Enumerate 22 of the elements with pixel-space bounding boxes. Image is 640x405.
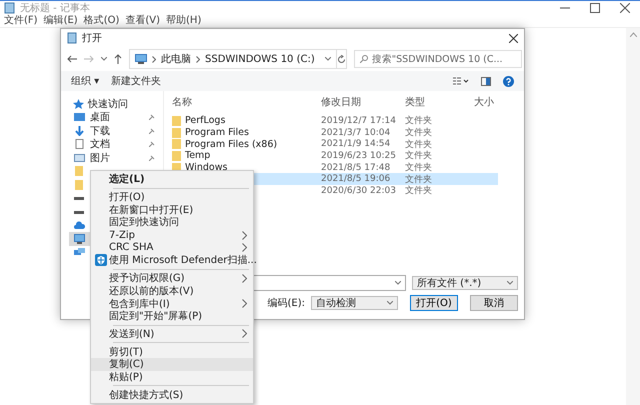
date-cell-text: 2019/6/23 10:25 — [320, 150, 397, 161]
file-name: Program Files — [185, 127, 249, 138]
date-cell-text: 2021/3/7 10:04 — [320, 128, 392, 138]
file-name: Windows — [185, 162, 228, 174]
date-cell-text: 2021/8/5 17:48 — [320, 162, 392, 173]
type-cell-text: 文件夹 — [404, 138, 433, 150]
date-cell-text: 2020/6/30 22:03 — [320, 186, 397, 196]
file-name: Temp — [185, 150, 210, 162]
type-cell-text: 文件夹 — [404, 184, 433, 198]
type-cell-text: 文件夹 — [404, 162, 433, 174]
window-title: 无标题 - 记事本 — [20, 2, 90, 14]
date-cell-text: 2021/1/9 14:54 — [320, 139, 392, 150]
type-cell-text: 文件夹 — [404, 174, 433, 186]
file-name: Program Files (x86) — [185, 138, 278, 150]
type-cell-text: 文件夹 — [404, 150, 433, 162]
date-cell-text: 2021/8/5 19:06 — [320, 174, 392, 184]
encoding-label: 编码(E): — [268, 296, 305, 310]
file-name: PerfLogs — [185, 115, 226, 126]
date-cell-text: 2019/12/7 17:14 — [320, 116, 397, 126]
type-cell-text: 文件夹 — [404, 114, 433, 128]
type-cell-text: 文件夹 — [404, 126, 433, 140]
dialog-title: 打开 — [82, 32, 102, 45]
